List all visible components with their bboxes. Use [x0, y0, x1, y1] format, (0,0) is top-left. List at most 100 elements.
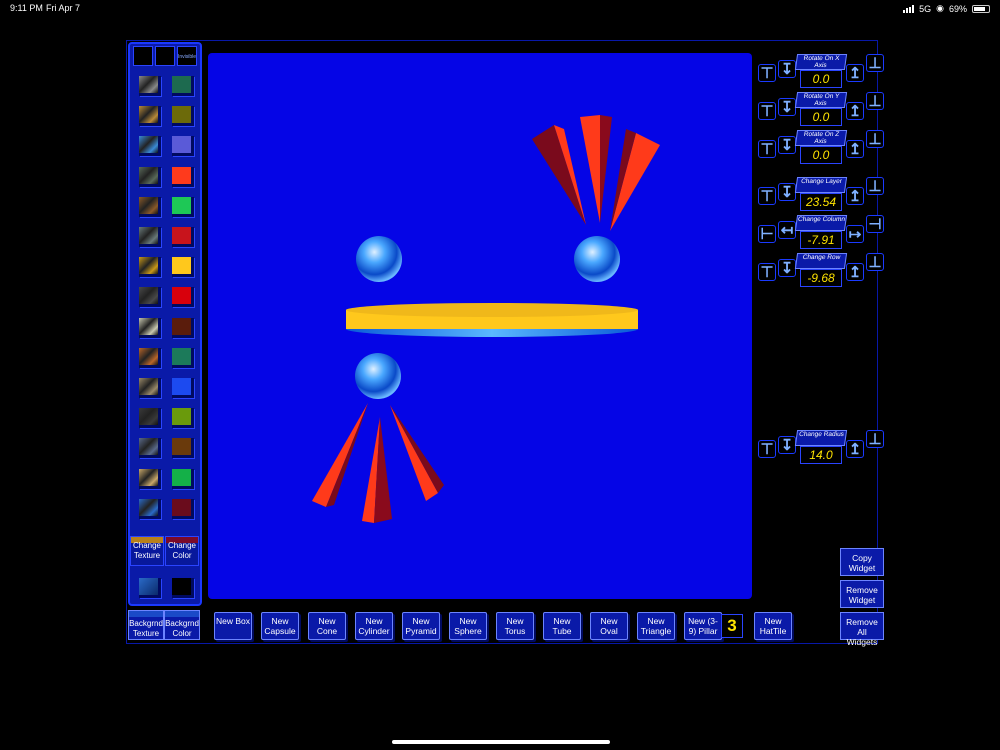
color-swatch[interactable]: [172, 166, 194, 187]
control-value[interactable]: 23.54: [800, 193, 842, 211]
texture-swatch[interactable]: [139, 257, 161, 278]
color-swatch[interactable]: [172, 287, 194, 308]
texture-swatch[interactable]: [139, 408, 161, 429]
arrow-right-icon[interactable]: ⊣: [866, 215, 884, 233]
texture-swatch[interactable]: [139, 76, 161, 96]
color-swatch[interactable]: [172, 76, 194, 96]
scene-viewport[interactable]: [208, 53, 752, 599]
texture-swatch[interactable]: [139, 468, 161, 489]
sphere-upper-left[interactable]: [356, 236, 402, 282]
color-swatch[interactable]: [172, 257, 194, 278]
change-texture-button[interactable]: Change Texture: [130, 536, 164, 566]
change-color-button[interactable]: Change Color: [165, 536, 199, 566]
color-swatch[interactable]: [172, 438, 194, 459]
arrow-up-icon[interactable]: ⊥: [866, 54, 884, 72]
new-shape-button[interactable]: New Sphere: [449, 612, 487, 640]
invisible-swatch[interactable]: Invisible: [177, 46, 197, 66]
texture-swatch[interactable]: [139, 317, 161, 338]
arrow-up-icon[interactable]: ⊥: [866, 177, 884, 195]
control-value[interactable]: 14.0: [800, 446, 842, 464]
remove-widget-button[interactable]: Remove Widget: [840, 580, 884, 608]
color-swatch[interactable]: [172, 196, 194, 217]
texture-swatch[interactable]: [139, 166, 161, 187]
texture-swatch[interactable]: [139, 106, 161, 127]
new-shape-button[interactable]: New Cylinder: [355, 612, 393, 640]
new-shape-button[interactable]: New Box: [214, 612, 252, 640]
new-shape-button[interactable]: New Capsule: [261, 612, 299, 640]
arrow-down-icon[interactable]: ⊤: [758, 263, 776, 281]
arrow-up-icon[interactable]: ⊥: [866, 92, 884, 110]
oval-disc[interactable]: [346, 303, 638, 337]
new-shape-button[interactable]: New Triangle: [637, 612, 675, 640]
new-shape-button[interactable]: New (3-9) Pillar: [684, 612, 722, 640]
arrow-down-icon[interactable]: ↧: [778, 183, 796, 201]
transform-control: ⊤ ↧ Rotate On X Axis 0.0 ↥ ⊥: [756, 54, 884, 90]
texture-swatch[interactable]: [139, 227, 161, 247]
copy-widget-button[interactable]: Copy Widget: [840, 548, 884, 576]
arrow-down-icon[interactable]: ⊤: [758, 440, 776, 458]
color-swatch[interactable]: [172, 317, 194, 338]
arrow-up-icon[interactable]: ↥: [846, 64, 864, 82]
new-shape-button[interactable]: New Oval: [590, 612, 628, 640]
arrow-down-icon[interactable]: ↧: [778, 436, 796, 454]
arrow-down-icon[interactable]: ⊤: [758, 102, 776, 120]
texture-swatch[interactable]: [139, 196, 161, 217]
arrow-up-icon[interactable]: ⊥: [866, 253, 884, 271]
sphere-lower[interactable]: [355, 353, 401, 399]
arrow-right-icon[interactable]: ↦: [846, 225, 864, 243]
color-swatch[interactable]: [172, 227, 194, 247]
color-swatch[interactable]: [172, 498, 194, 519]
arrow-up-icon[interactable]: ↥: [846, 263, 864, 281]
arrow-down-icon[interactable]: ↧: [778, 136, 796, 154]
texture-swatch[interactable]: [139, 347, 161, 368]
arrow-up-icon[interactable]: ↥: [846, 187, 864, 205]
arrow-left-icon[interactable]: ⊢: [758, 225, 776, 243]
texture-swatch[interactable]: [139, 287, 161, 308]
status-bar: 9:11 PM Fri Apr 7 5G ◉ 69%: [0, 0, 1000, 16]
remove-all-widgets-button[interactable]: Remove All Widgets: [840, 612, 884, 647]
sphere-upper-right[interactable]: [574, 236, 620, 282]
new-shape-button[interactable]: New Cone: [308, 612, 346, 640]
arrow-down-icon[interactable]: ⊤: [758, 140, 776, 158]
arrow-down-icon[interactable]: ↧: [778, 98, 796, 116]
texture-swatch[interactable]: [139, 378, 161, 398]
lower-pyramid-fan[interactable]: [312, 403, 444, 523]
control-value[interactable]: -7.91: [800, 231, 842, 249]
texture-swatch[interactable]: [139, 438, 161, 459]
control-value[interactable]: 0.0: [800, 108, 842, 126]
arrow-up-icon[interactable]: ↥: [846, 102, 864, 120]
arrow-down-icon[interactable]: ⊤: [758, 187, 776, 205]
color-swatch[interactable]: [172, 136, 194, 157]
color-swatch[interactable]: [172, 347, 194, 368]
arrow-down-icon[interactable]: ↧: [778, 259, 796, 277]
arrow-up-icon[interactable]: ⊥: [866, 130, 884, 148]
texture-swatch[interactable]: [139, 498, 161, 519]
background-color-button[interactable]: Backgrnd Color: [164, 610, 200, 640]
texture-swatch[interactable]: [139, 136, 161, 157]
arrow-down-icon[interactable]: ⊤: [758, 64, 776, 82]
color-swatch[interactable]: [172, 106, 194, 127]
arrow-down-icon[interactable]: ↧: [778, 60, 796, 78]
arrow-up-icon[interactable]: ⊥: [866, 430, 884, 448]
new-shape-button[interactable]: New Tube: [543, 612, 581, 640]
pillar-sides-count[interactable]: 3: [721, 614, 743, 638]
palette-top-black-2[interactable]: [155, 46, 175, 66]
background-texture-button[interactable]: Backgrnd Texture: [128, 610, 164, 640]
current-texture-swatch[interactable]: [139, 578, 161, 598]
arrow-left-icon[interactable]: ↤: [778, 221, 796, 239]
control-value[interactable]: -9.68: [800, 269, 842, 287]
transform-control: ⊤ ↧ Rotate On Y Axis 0.0 ↥ ⊥: [756, 92, 884, 128]
arrow-up-icon[interactable]: ↥: [846, 140, 864, 158]
color-swatch[interactable]: [172, 468, 194, 489]
current-color-swatch[interactable]: [172, 578, 194, 598]
new-shape-button[interactable]: New Pyramid: [402, 612, 440, 640]
control-value[interactable]: 0.0: [800, 146, 842, 164]
control-value[interactable]: 0.0: [800, 70, 842, 88]
arrow-up-icon[interactable]: ↥: [846, 440, 864, 458]
color-swatch[interactable]: [172, 378, 194, 398]
new-shape-button[interactable]: New Torus: [496, 612, 534, 640]
new-shape-button[interactable]: New HatTile: [754, 612, 792, 640]
upper-pyramid-fan[interactable]: [532, 115, 660, 231]
palette-top-black-1[interactable]: [133, 46, 153, 66]
color-swatch[interactable]: [172, 408, 194, 429]
